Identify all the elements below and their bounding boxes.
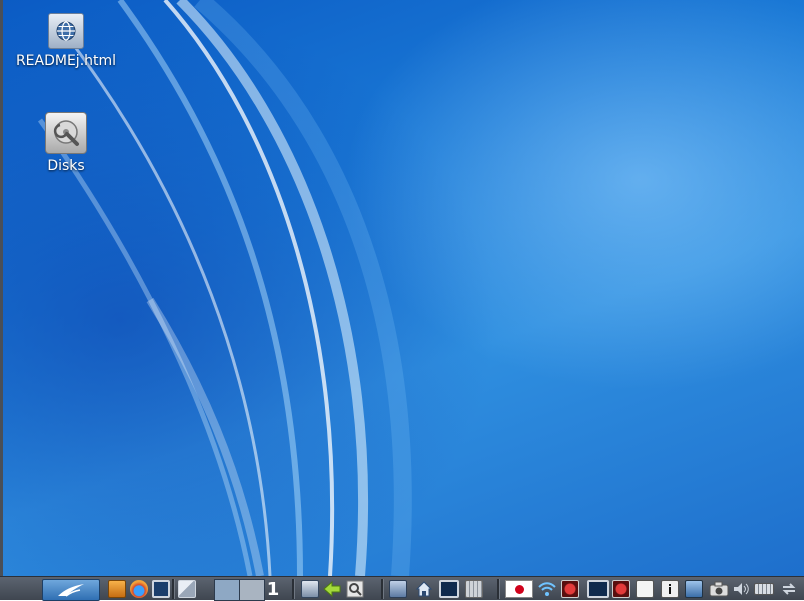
lubuntu-logo-icon [58,584,84,597]
network-connections-button[interactable] [779,579,799,599]
magnifier-icon [346,580,364,598]
record-icon [561,580,579,598]
home-icon [415,581,433,597]
screenshot-button[interactable] [708,579,730,599]
desktop-icon-disks[interactable]: Disks [11,112,121,174]
input-method-button[interactable] [505,579,533,599]
browser-icon [130,580,148,598]
back-button[interactable] [322,579,342,599]
japan-flag-icon [505,580,533,598]
monitor-icon [439,580,459,598]
grid-icon [465,580,483,598]
info-icon [661,580,679,598]
disk-utility-icon [45,112,87,154]
pointer-window-icon [389,580,407,598]
camera-icon [709,581,729,597]
network-status[interactable] [537,579,557,599]
speaker-icon [734,583,749,595]
file-manager-launcher[interactable] [107,579,127,599]
info-button[interactable] [660,579,680,599]
terminal-launcher[interactable] [151,579,171,599]
workspace-number: 1 [266,578,280,600]
taskbar: 1 [0,576,804,601]
volume-control[interactable] [732,579,750,599]
updates-icon [685,580,703,598]
desktop-icon-label: READMEj.html [15,53,117,69]
monitor-icon [152,580,170,598]
browser-launcher[interactable] [129,579,149,599]
left-screen-edge [0,0,3,576]
desktop-icon-readme[interactable]: READMEj.html [11,13,121,69]
wallpaper-light-streaks [37,0,412,576]
desktop: READMEj.html Disks [0,0,804,576]
tray-app-red-2[interactable] [611,579,631,599]
update-manager-button[interactable] [684,579,704,599]
windows-icon [178,580,196,598]
record-icon [612,580,630,598]
application-icon [301,580,319,598]
package-icon [108,580,126,598]
app-launcher-1[interactable] [300,579,320,599]
font-a-icon [636,580,654,598]
tray-app-red[interactable] [560,579,580,599]
display-settings-button[interactable] [586,579,610,599]
wifi-icon [538,582,556,596]
keyboard-layout-button[interactable] [464,579,484,599]
monitor-icon [587,580,609,598]
keyboard-icon [754,583,774,595]
window-selector-button[interactable] [388,579,408,599]
globe-icon [48,13,84,49]
taskbar-separator [381,579,384,599]
show-desktop-button[interactable] [177,579,197,599]
start-menu-button[interactable] [42,579,100,601]
home-folder-launcher[interactable] [413,579,435,599]
arrow-left-icon [323,580,341,598]
desktop-icon-label: Disks [47,158,85,174]
network-arrows-icon [782,583,796,595]
workspace-1[interactable] [214,579,240,601]
onscreen-keyboard-button[interactable] [753,579,775,599]
taskbar-separator [497,579,500,599]
taskbar-separator [292,579,295,599]
font-settings-button[interactable] [634,579,656,599]
terminal-window-button[interactable] [438,579,460,599]
workspace-2[interactable] [239,579,265,601]
taskbar-separator [172,579,175,599]
search-launcher[interactable] [345,579,365,599]
